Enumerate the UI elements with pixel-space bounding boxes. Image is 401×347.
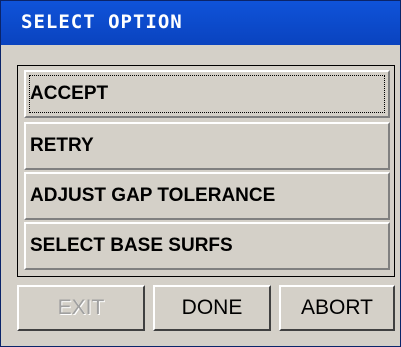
option-accept[interactable]: ACCEPT bbox=[24, 70, 390, 118]
option-adjust-gap-tolerance[interactable]: ADJUST GAP TOLERANCE bbox=[24, 172, 390, 220]
window-title: SELECT OPTION bbox=[21, 11, 183, 33]
option-retry[interactable]: RETRY bbox=[24, 122, 390, 170]
done-button[interactable]: DONE bbox=[153, 285, 271, 331]
abort-button[interactable]: ABORT bbox=[279, 285, 395, 331]
options-list: ACCEPT RETRY ADJUST GAP TOLERANCE SELECT… bbox=[17, 65, 395, 277]
option-select-base-surfs[interactable]: SELECT BASE SURFS bbox=[24, 222, 390, 270]
title-bar[interactable]: SELECT OPTION bbox=[1, 1, 400, 45]
exit-button[interactable]: EXIT bbox=[17, 285, 145, 331]
button-row: EXIT DONE ABORT bbox=[17, 285, 395, 333]
options-list-body: ACCEPT RETRY ADJUST GAP TOLERANCE SELECT… bbox=[18, 66, 394, 276]
select-option-dialog: SELECT OPTION ACCEPT RETRY ADJUST GAP TO… bbox=[0, 0, 401, 347]
